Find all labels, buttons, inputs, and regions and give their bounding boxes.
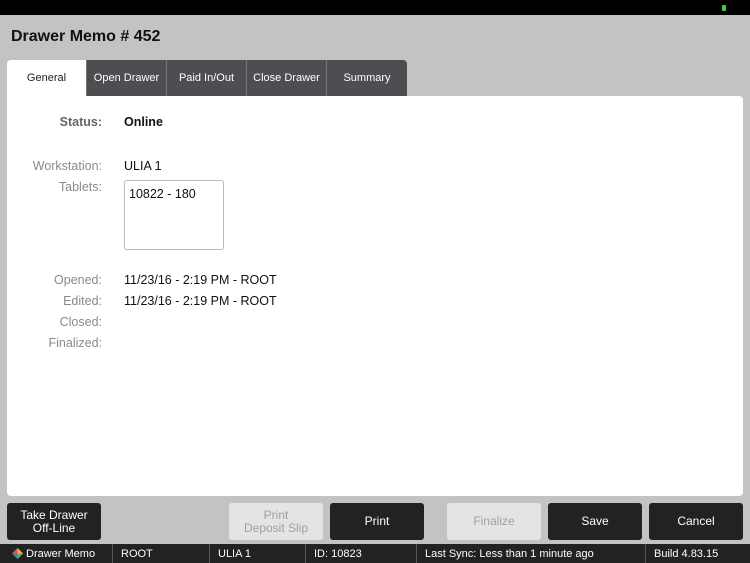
status-sync: Last Sync: Less than 1 minute ago [417,544,646,563]
opened-value: 11/23/16 - 2:19 PM - ROOT [124,273,277,287]
opened-label: Opened: [54,273,102,287]
edited-value: 11/23/16 - 2:19 PM - ROOT [124,294,277,308]
cancel-button[interactable]: Cancel [649,503,743,540]
tab-summary[interactable]: Summary [327,60,407,96]
workstation-label: Workstation: [32,159,102,173]
status-app: Drawer Memo [0,544,113,563]
print-deposit-line2: Deposit Slip [243,520,309,535]
tab-general[interactable]: General [7,60,87,96]
status-workstation: ULIA 1 [210,544,306,563]
tablet-item[interactable]: 10822 - 180 [129,187,196,201]
take-offline-line1: Take Drawer [20,507,88,522]
take-drawer-offline-button[interactable]: Take Drawer Off-Line [7,503,101,540]
system-status-bar [0,0,750,15]
print-deposit-slip-button[interactable]: Print Deposit Slip [229,503,323,540]
closed-label: Closed: [59,315,102,329]
tab-bar: General Open Drawer Paid In/Out Close Dr… [7,60,407,96]
take-offline-line2: Off-Line [32,520,76,535]
status-value: Online [124,115,163,129]
print-button[interactable]: Print [330,503,424,540]
print-deposit-line1: Print [263,507,289,522]
status-app-name: Drawer Memo [26,547,96,560]
app-logo-icon [12,548,23,559]
app-status-bar: Drawer Memo ROOT ULIA 1 ID: 10823 Last S… [0,544,750,563]
edited-label: Edited: [63,294,102,308]
finalize-button[interactable]: Finalize [447,503,541,540]
tablets-list[interactable]: 10822 - 180 [124,180,224,250]
general-panel: Status: Online Workstation: ULIA 1 Table… [7,96,743,496]
status-build: Build 4.83.15 [654,547,719,560]
status-label: Status: [59,115,102,129]
page-title: Drawer Memo # 452 [11,28,161,45]
status-id: ID: 10823 [306,544,417,563]
status-user: ROOT [113,544,210,563]
save-button[interactable]: Save [548,503,642,540]
workstation-value: ULIA 1 [124,159,162,173]
tab-paid-in-out[interactable]: Paid In/Out [167,60,247,96]
battery-icon [722,5,726,11]
tab-close-drawer[interactable]: Close Drawer [247,60,327,96]
tab-open-drawer[interactable]: Open Drawer [87,60,167,96]
finalized-label: Finalized: [48,336,103,350]
tablets-label: Tablets: [58,180,102,194]
